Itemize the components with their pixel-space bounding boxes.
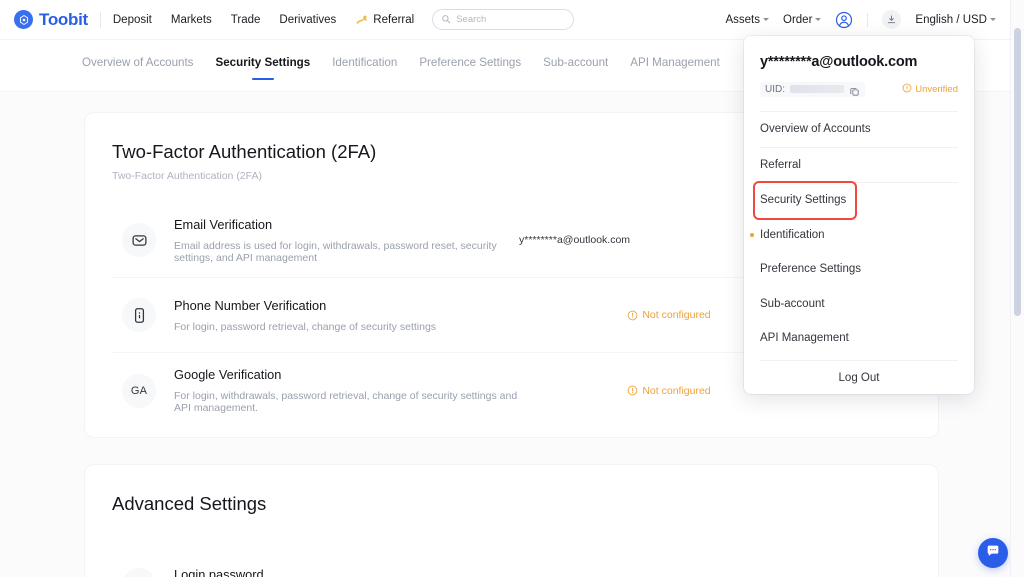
brand-name: Toobit [39, 10, 88, 30]
search-input[interactable]: Search [432, 9, 574, 30]
nav-item-derivatives[interactable]: Derivatives [279, 14, 336, 26]
google-authenticator-label: GA [131, 385, 147, 397]
scrollbar-thumb[interactable] [1014, 28, 1021, 316]
page-scrollbar[interactable] [1010, 0, 1024, 577]
row-title: Email Verification [174, 217, 519, 232]
row-title: Phone Number Verification [174, 298, 519, 313]
uid-value-masked [790, 85, 844, 93]
warning-circle-icon [627, 310, 638, 321]
dropdown-item-overview-of-accounts[interactable]: Overview of Accounts [760, 112, 958, 147]
unverified-label: Unverified [915, 84, 958, 95]
user-avatar-icon[interactable] [835, 11, 853, 29]
order-menu[interactable]: Order [783, 14, 821, 26]
locale-menu-label: English / USD [915, 14, 987, 26]
chevron-down-icon [763, 18, 769, 21]
chat-bubble-icon [985, 543, 1001, 564]
account-dropdown-menu: y********a@outlook.com UID: Unverified [744, 36, 974, 394]
key-icon [122, 568, 156, 577]
assets-menu[interactable]: Assets [725, 14, 769, 26]
status-label: Not configured [642, 385, 710, 397]
status-badge: Not configured [627, 385, 710, 397]
download-icon[interactable] [882, 10, 901, 29]
tab-sub-account[interactable]: Sub-account [543, 56, 608, 80]
row-title: Google Verification [174, 367, 519, 382]
chat-support-button[interactable] [978, 538, 1008, 568]
status-badge: Not configured [627, 309, 710, 321]
primary-nav: Deposit Markets Trade Derivatives Referr… [113, 13, 414, 27]
header-right-actions: Assets Order English / USD [725, 10, 996, 29]
locale-menu[interactable]: English / USD [915, 14, 996, 26]
header-right-divider [867, 13, 868, 27]
status-label: Not configured [642, 309, 710, 321]
logout-button[interactable]: Log Out [760, 361, 958, 395]
chevron-down-icon [990, 18, 996, 21]
nav-item-trade[interactable]: Trade [231, 14, 261, 26]
row-text-block: Login password For protecting account se… [174, 567, 519, 577]
dropdown-item-identification[interactable]: Identification [760, 218, 958, 253]
google-authenticator-icon: GA [122, 374, 156, 408]
dropdown-item-sub-account[interactable]: Sub-account [760, 287, 958, 322]
tab-identification[interactable]: Identification [332, 56, 397, 80]
dropdown-item-referral[interactable]: Referral [760, 148, 958, 183]
referral-gift-icon [355, 13, 369, 27]
row-title: Login password [174, 567, 519, 577]
status-label: y********a@outlook.com [519, 234, 630, 246]
row-description: For login, password retrieval, change of… [174, 321, 519, 333]
tab-preference-settings[interactable]: Preference Settings [419, 56, 521, 80]
uid-chip[interactable]: UID: [760, 82, 865, 97]
nav-item-referral-label: Referral [373, 14, 414, 26]
nav-item-deposit[interactable]: Deposit [113, 14, 152, 26]
dropdown-item-identification-label: Identification [760, 229, 825, 241]
toobit-logo-icon [14, 10, 33, 29]
row-text-block: Phone Number Verification For login, pas… [174, 298, 519, 333]
brand-logo[interactable]: Toobit [14, 10, 88, 30]
order-menu-label: Order [783, 14, 812, 26]
row-text-block: Google Verification For login, withdrawa… [174, 367, 519, 414]
unverified-badge: Unverified [902, 83, 958, 96]
assets-menu-label: Assets [725, 14, 760, 26]
tab-api-management[interactable]: API Management [630, 56, 720, 80]
row-login-password: Login password For protecting account se… [112, 547, 911, 577]
header-divider [100, 12, 101, 28]
uid-label: UID: [765, 84, 785, 95]
advanced-settings-title: Advanced Settings [112, 493, 938, 515]
nav-item-markets[interactable]: Markets [171, 14, 212, 26]
dropdown-item-api-management[interactable]: API Management [760, 321, 958, 356]
row-description: For login, withdrawals, password retriev… [174, 390, 519, 414]
tab-overview-of-accounts[interactable]: Overview of Accounts [82, 56, 193, 80]
account-email: y********a@outlook.com [760, 54, 958, 70]
phone-icon [122, 298, 156, 332]
nav-item-referral[interactable]: Referral [355, 13, 414, 27]
advanced-settings-card: Advanced Settings Login password For pro… [85, 465, 938, 577]
top-header: Toobit Deposit Markets Trade Derivatives… [0, 0, 1010, 40]
advanced-rows: Login password For protecting account se… [85, 547, 938, 577]
notification-dot-icon [750, 233, 754, 237]
search-placeholder: Search [456, 14, 486, 25]
dropdown-item-security-settings[interactable]: Security Settings [755, 183, 855, 218]
warning-circle-icon [627, 385, 638, 396]
account-uid-row: UID: Unverified [760, 81, 958, 97]
search-icon [441, 11, 451, 29]
warning-circle-icon [902, 83, 912, 96]
row-description: Email address is used for login, withdra… [174, 240, 519, 264]
chevron-down-icon [815, 18, 821, 21]
copy-icon[interactable] [849, 84, 860, 95]
dropdown-item-preference-settings[interactable]: Preference Settings [760, 252, 958, 287]
email-icon [122, 223, 156, 257]
status-badge: y********a@outlook.com [519, 234, 630, 246]
row-text-block: Email Verification Email address is used… [174, 217, 519, 264]
tab-security-settings[interactable]: Security Settings [215, 56, 310, 80]
